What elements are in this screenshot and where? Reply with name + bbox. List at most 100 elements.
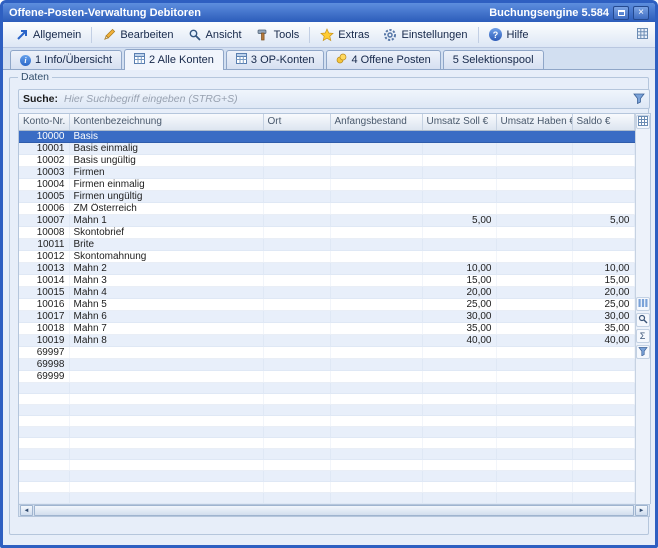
cell-umsatz-haben: [496, 298, 572, 310]
column-header-konto-nr[interactable]: Konto-Nr.: [19, 114, 69, 130]
toolbar-options-button[interactable]: [634, 27, 650, 43]
table-row[interactable]: 10013 Mahn 2 10,00 10,00: [19, 262, 634, 274]
scroll-left-button[interactable]: ◄: [20, 505, 33, 516]
table-row[interactable]: [19, 404, 634, 415]
table-row[interactable]: 10003 Firmen: [19, 166, 634, 178]
table-row[interactable]: 10001 Basis einmalig: [19, 142, 634, 154]
cell-umsatz-haben: [496, 202, 572, 214]
tab-info-uebersicht[interactable]: i 1 Info/Übersicht: [10, 50, 122, 69]
restore-button[interactable]: [613, 6, 629, 20]
table-row[interactable]: [19, 415, 634, 426]
cell-kontenbezeichnung: Mahn 3: [69, 274, 263, 286]
table-row[interactable]: 10008 Skontobrief: [19, 226, 634, 238]
cell-ort: [263, 404, 330, 415]
table-row[interactable]: 69997: [19, 346, 634, 358]
menu-bearbeiten[interactable]: Bearbeiten: [95, 25, 180, 45]
table-row[interactable]: 10016 Mahn 5 25,00 25,00: [19, 298, 634, 310]
tab-label: 5 Selektionspool: [453, 54, 534, 66]
cell-umsatz-soll: [422, 190, 496, 202]
table-row[interactable]: 69998: [19, 358, 634, 370]
table-row[interactable]: [19, 426, 634, 437]
cell-umsatz-haben: [496, 415, 572, 426]
column-header-ort[interactable]: Ort: [263, 114, 330, 130]
table-row[interactable]: 10006 ZM Österreich: [19, 202, 634, 214]
column-chooser-button[interactable]: [636, 115, 650, 129]
menu-allgemein[interactable]: Allgemein: [8, 25, 88, 45]
table-row[interactable]: 10005 Firmen ungültig: [19, 190, 634, 202]
search-filter-button[interactable]: [631, 91, 647, 107]
search-strip: Suche:: [18, 89, 650, 109]
table-row[interactable]: 10002 Basis ungültig: [19, 154, 634, 166]
column-header-anfangsbestand[interactable]: Anfangsbestand: [330, 114, 422, 130]
grid-search-button[interactable]: [636, 313, 650, 327]
window-title: Offene-Posten-Verwaltung Debitoren: [9, 7, 201, 19]
table-row[interactable]: 10011 Brite: [19, 238, 634, 250]
cell-kontenbezeichnung: [69, 426, 263, 437]
menu-einstellungen[interactable]: Einstellungen: [376, 25, 474, 45]
cell-ort: [263, 393, 330, 404]
scrollbar-thumb[interactable]: [34, 505, 634, 516]
cell-umsatz-soll: [422, 448, 496, 459]
window-subtitle: Buchungsengine 5.584: [489, 7, 609, 19]
column-header-kontenbezeichnung[interactable]: Kontenbezeichnung: [69, 114, 263, 130]
search-input[interactable]: [64, 93, 631, 105]
cell-umsatz-haben: [496, 142, 572, 154]
grid-filter-button[interactable]: [636, 345, 650, 359]
table-row[interactable]: [19, 448, 634, 459]
cell-konto-nr: 10011: [19, 238, 69, 250]
table-row[interactable]: 10004 Firmen einmalig: [19, 178, 634, 190]
menu-label: Ansicht: [206, 29, 242, 41]
tab-offene-posten[interactable]: 4 Offene Posten: [326, 50, 440, 69]
close-button[interactable]: ×: [633, 6, 649, 20]
scroll-right-button[interactable]: ►: [635, 505, 648, 516]
close-icon: ×: [638, 7, 644, 18]
table-row[interactable]: 10012 Skontomahnung: [19, 250, 634, 262]
menu-tools[interactable]: Tools: [249, 25, 307, 45]
table-row[interactable]: [19, 459, 634, 470]
table-row[interactable]: 69999: [19, 370, 634, 382]
cell-saldo: 25,00: [572, 298, 634, 310]
column-header-umsatz-soll[interactable]: Umsatz Soll €: [422, 114, 496, 130]
content-area: Daten Suche:: [3, 70, 655, 545]
cell-anfangsbestand: [330, 190, 422, 202]
tab-alle-konten[interactable]: 2 Alle Konten: [124, 49, 224, 70]
table-row[interactable]: 10014 Mahn 3 15,00 15,00: [19, 274, 634, 286]
table-icon: [134, 53, 145, 67]
table-row[interactable]: [19, 492, 634, 503]
cell-ort: [263, 250, 330, 262]
cell-konto-nr: 10006: [19, 202, 69, 214]
cell-umsatz-soll: [422, 426, 496, 437]
coins-icon: [336, 53, 347, 67]
table-row[interactable]: [19, 393, 634, 404]
sum-button[interactable]: Σ: [636, 329, 650, 343]
cell-kontenbezeichnung: [69, 459, 263, 470]
table-row[interactable]: 10007 Mahn 1 5,00 5,00: [19, 214, 634, 226]
cell-umsatz-soll: 20,00: [422, 286, 496, 298]
table-row[interactable]: [19, 481, 634, 492]
cell-anfangsbestand: [330, 202, 422, 214]
menu-ansicht[interactable]: Ansicht: [181, 25, 249, 45]
cell-kontenbezeichnung: [69, 437, 263, 448]
tab-op-konten[interactable]: 3 OP-Konten: [226, 50, 325, 69]
table-row[interactable]: 10019 Mahn 8 40,00 40,00: [19, 334, 634, 346]
menu-extras[interactable]: Extras: [313, 25, 376, 45]
cell-ort: [263, 382, 330, 393]
cell-umsatz-soll: [422, 415, 496, 426]
table-row[interactable]: [19, 470, 634, 481]
column-header-umsatz-haben[interactable]: Umsatz Haben €: [496, 114, 572, 130]
table-row[interactable]: 10017 Mahn 6 30,00 30,00: [19, 310, 634, 322]
column-header-saldo[interactable]: Saldo €: [572, 114, 634, 130]
table-row[interactable]: [19, 382, 634, 393]
columns-button[interactable]: [636, 297, 650, 311]
table-row[interactable]: 10015 Mahn 4 20,00 20,00: [19, 286, 634, 298]
cell-ort: [263, 346, 330, 358]
tab-selektionspool[interactable]: 5 Selektionspool: [443, 50, 544, 69]
cell-ort: [263, 130, 330, 142]
cell-konto-nr: 10014: [19, 274, 69, 286]
cell-anfangsbestand: [330, 322, 422, 334]
table-row[interactable]: [19, 437, 634, 448]
table-row[interactable]: 10018 Mahn 7 35,00 35,00: [19, 322, 634, 334]
table-row[interactable]: 10000 Basis: [19, 130, 634, 142]
menu-hilfe[interactable]: ? Hilfe: [482, 25, 536, 45]
horizontal-scrollbar[interactable]: ◄ ►: [18, 504, 650, 517]
